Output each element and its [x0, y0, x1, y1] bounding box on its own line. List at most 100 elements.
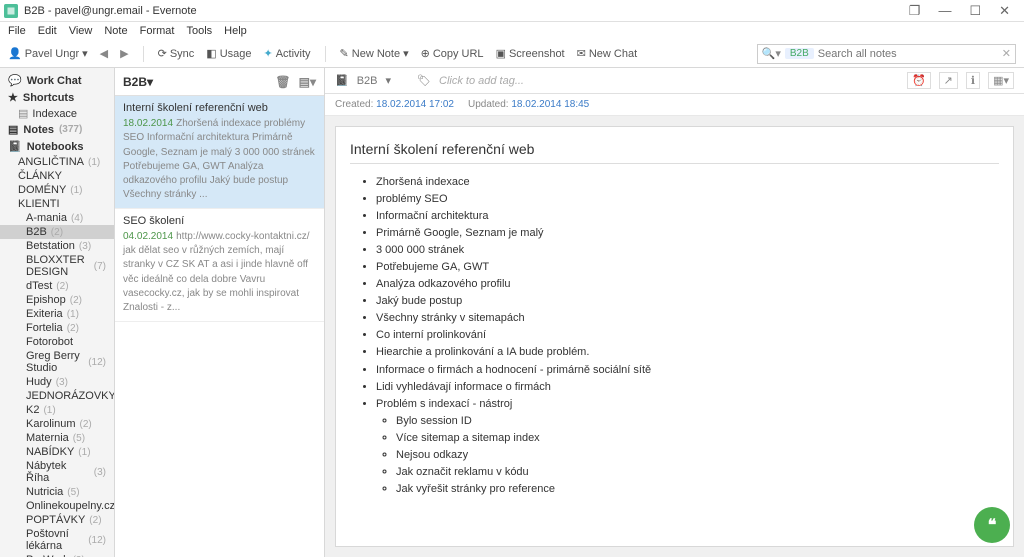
camera-icon: ▣	[496, 47, 506, 60]
new-chat-button[interactable]: ✉New Chat	[577, 47, 638, 60]
clear-search-icon[interactable]: ✕	[1002, 47, 1011, 60]
search-filter-tag[interactable]: B2B	[785, 48, 814, 59]
sync-icon: ⟳	[158, 47, 167, 60]
chevron-down-icon[interactable]: ▾	[147, 75, 153, 89]
link-icon: ⊕	[421, 47, 430, 60]
menu-note[interactable]: Note	[104, 25, 127, 37]
sidebar-item-greg-berry-studio[interactable]: Greg Berry Studio (12)	[0, 349, 114, 375]
sidebar-item-b2b[interactable]: B2B (2)	[0, 225, 114, 239]
sidebar-item-fotorobot[interactable]: Fotorobot	[0, 335, 114, 349]
copy-url-button[interactable]: ⊕Copy URL	[421, 47, 484, 60]
sidebar-item-epishop[interactable]: Epishop (2)	[0, 293, 114, 307]
screenshot-button[interactable]: ▣Screenshot	[496, 47, 565, 60]
sidebar-item-po-tovn-l-k-rna[interactable]: Poštovní lékárna (12)	[0, 527, 114, 553]
search-box[interactable]: 🔍▾ B2B ✕	[757, 44, 1016, 64]
notes-icon: ▤	[8, 123, 18, 136]
trash-icon[interactable]: 🗑	[275, 75, 290, 89]
menu-tools[interactable]: Tools	[186, 25, 212, 37]
sync-button[interactable]: ⟳Sync	[158, 47, 195, 60]
sidebar-notebooks[interactable]: 📓Notebooks	[0, 138, 114, 155]
add-tag-prompt[interactable]: Click to add tag...	[439, 75, 524, 87]
sub-bullet-item: Jak označit reklamu v kódu	[396, 464, 999, 481]
sidebar-item-dtest[interactable]: dTest (2)	[0, 279, 114, 293]
note-card[interactable]: Interní školení referenční web18.02.2014…	[115, 96, 324, 209]
sidebar-notes[interactable]: ▤Notes (377)	[0, 121, 114, 138]
sidebar-item--l-nky[interactable]: ČLÁNKY	[0, 169, 114, 183]
sidebar-item-popt-vky[interactable]: POPTÁVKY (2)	[0, 513, 114, 527]
sidebar-item-a-mania[interactable]: A-mania (4)	[0, 211, 114, 225]
sidebar-item-exiteria[interactable]: Exiteria (1)	[0, 307, 114, 321]
usage-icon: ◧	[206, 47, 216, 60]
close-icon[interactable]: ✕	[999, 3, 1010, 19]
sidebar-item-angli-tina[interactable]: ANGLIČTINA (1)	[0, 155, 114, 169]
activity-icon: ✦	[263, 47, 272, 60]
minimize-icon[interactable]: —	[938, 3, 951, 19]
menu-view[interactable]: View	[69, 25, 93, 37]
notebook-icon: 📓	[8, 140, 22, 153]
sidebar-item-n-bytek-ha[interactable]: Nábytek Říha (3)	[0, 459, 114, 485]
bullet-item: Lidi vyhledávají informace o firmách	[376, 379, 999, 396]
sidebar-item-k2[interactable]: K2 (1)	[0, 403, 114, 417]
chat-icon: 💬	[8, 74, 22, 87]
bullet-item: Informační architektura	[376, 208, 999, 225]
sidebar-item-nab-dky[interactable]: NABÍDKY (1)	[0, 445, 114, 459]
bullet-item: problémy SEO	[376, 191, 999, 208]
chevron-down-icon: ▾	[403, 47, 409, 60]
nav-back-icon[interactable]: ◀	[100, 47, 108, 60]
bullet-item: Hiearchie a prolinkování a IA bude probl…	[376, 344, 999, 361]
note-body[interactable]: Interní školení referenční web Zhoršená …	[335, 126, 1014, 547]
hangouts-fab[interactable]: ❝	[974, 507, 1010, 543]
user-menu[interactable]: 👤Pavel Ungr▾	[8, 47, 88, 60]
note-card[interactable]: SEO školení04.02.2014 http://www.cocky-k…	[115, 209, 324, 322]
sidebar-item-onlinekoupelny-cz[interactable]: Onlinekoupelny.cz (3)	[0, 499, 114, 513]
menu-edit[interactable]: Edit	[38, 25, 57, 37]
notelist-title[interactable]: B2B	[123, 75, 147, 89]
bullet-item: Co interní prolinkování	[376, 327, 999, 344]
menu-format[interactable]: Format	[140, 25, 175, 37]
sidebar-item-betstation[interactable]: Betstation (3)	[0, 239, 114, 253]
chevron-down-icon: ▾	[82, 47, 88, 60]
restore-icon[interactable]: ❐	[909, 3, 921, 19]
bullet-item: Potřebujeme GA, GWT	[376, 259, 999, 276]
note-notebook[interactable]: B2B	[357, 75, 378, 87]
sidebar-item-maternia[interactable]: Maternia (5)	[0, 431, 114, 445]
sidebar: 💬Work Chat ★Shortcuts ▤Indexace ▤Notes (…	[0, 68, 115, 557]
title-bar: B2B - pavel@ungr.email - Evernote ❐ — ☐ …	[0, 0, 1024, 22]
activity-button[interactable]: ✦Activity	[263, 47, 310, 60]
sidebar-item-karolinum[interactable]: Karolinum (2)	[0, 417, 114, 431]
sidebar-item-prowork[interactable]: ProWork (3)	[0, 553, 114, 557]
sidebar-shortcuts[interactable]: ★Shortcuts	[0, 89, 114, 106]
note-title[interactable]: Interní školení referenční web	[350, 141, 999, 164]
search-input[interactable]	[818, 48, 998, 60]
sidebar-item-nutricia[interactable]: Nutricia (5)	[0, 485, 114, 499]
sidebar-item-hudy[interactable]: Hudy (3)	[0, 375, 114, 389]
maximize-icon[interactable]: ☐	[969, 3, 981, 19]
menu-help[interactable]: Help	[224, 25, 247, 37]
star-icon: ★	[8, 91, 18, 104]
user-icon: 👤	[8, 47, 22, 60]
bullet-item: Zhoršená indexace	[376, 174, 999, 191]
bullet-item: Problém s indexací - nástrojBylo session…	[376, 396, 999, 498]
reminder-icon[interactable]: ⏰	[907, 72, 931, 89]
search-icon: 🔍▾	[762, 47, 781, 60]
sidebar-item-jednor-zovky[interactable]: JEDNORÁZOVKY (56)	[0, 389, 114, 403]
sub-bullet-item: Bylo session ID	[396, 413, 999, 430]
note-updated: 18.02.2014 18:45	[511, 99, 589, 110]
listview-icon[interactable]: ▤▾	[299, 75, 316, 89]
more-icon[interactable]: ▦▾	[988, 72, 1014, 89]
share-icon[interactable]: ↗	[939, 72, 958, 89]
menu-file[interactable]: File	[8, 25, 26, 37]
sidebar-item-dom-ny[interactable]: DOMÉNY (1)	[0, 183, 114, 197]
sidebar-item-bloxxter-design[interactable]: BLOXXTER DESIGN (7)	[0, 253, 114, 279]
sidebar-workchat[interactable]: 💬Work Chat	[0, 72, 114, 89]
new-note-button[interactable]: ✎New Note▾	[340, 47, 409, 60]
usage-button[interactable]: ◧Usage	[206, 47, 251, 60]
sidebar-shortcut-indexace[interactable]: ▤Indexace	[0, 106, 114, 121]
bullet-item: Informace o firmách a hodnocení - primár…	[376, 362, 999, 379]
sidebar-item-fortelia[interactable]: Fortelia (2)	[0, 321, 114, 335]
nav-forward-icon[interactable]: ▶	[120, 47, 128, 60]
info-icon[interactable]: ℹ	[966, 72, 980, 89]
newnote-icon: ✎	[340, 47, 349, 60]
sidebar-item-klienti[interactable]: KLIENTI	[0, 197, 114, 211]
sub-bullet-item: Nejsou odkazy	[396, 447, 999, 464]
